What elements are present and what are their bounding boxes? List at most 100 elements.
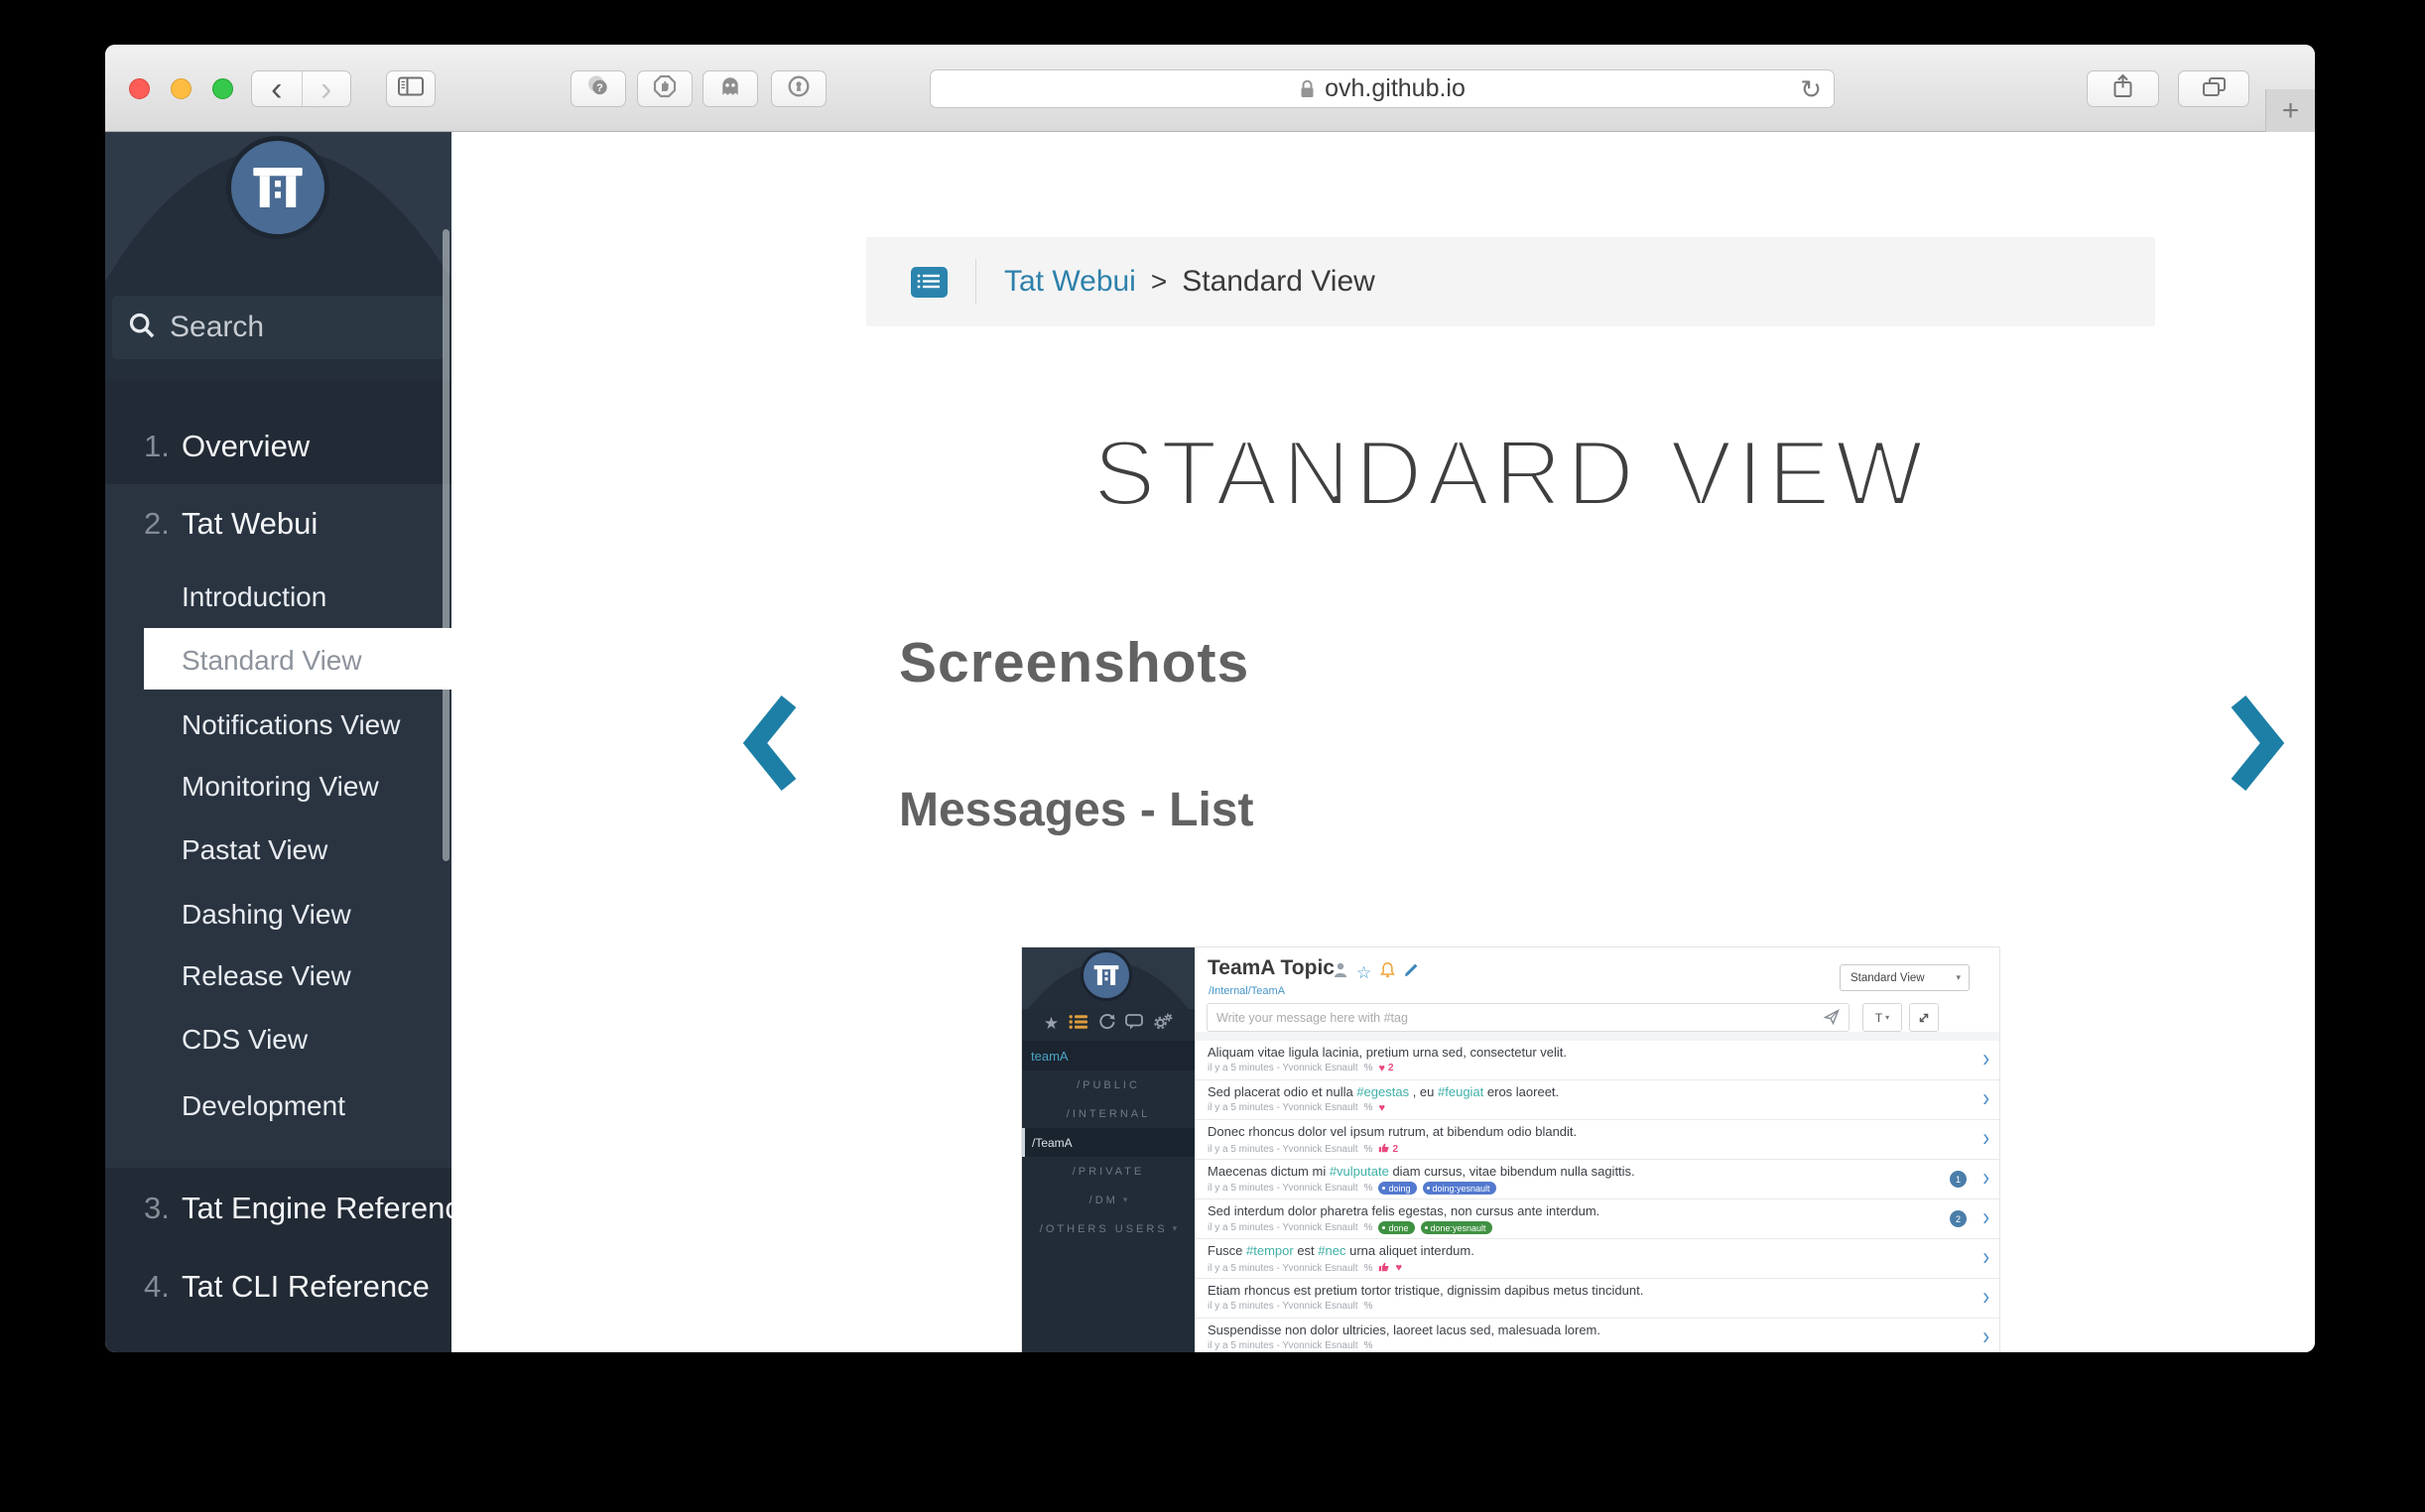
history-icon[interactable] [1098, 1013, 1115, 1035]
message-row[interactable]: Maecenas dictum mi #vulputate diam cursu… [1195, 1160, 1999, 1199]
heart-icon: ♥ [1378, 1064, 1385, 1073]
sidebar-item-release-view[interactable]: Release View [182, 958, 351, 994]
open-message-icon[interactable]: › [1982, 1323, 1989, 1351]
message-row[interactable]: Sed interdum dolor pharetra felis egesta… [1195, 1199, 1999, 1239]
channel-public[interactable]: /PUBLIC [1022, 1071, 1195, 1099]
sidebar-item-pastat-view[interactable]: Pastat View [182, 832, 327, 868]
app-topic-search[interactable] [1022, 1041, 1195, 1071]
open-message-icon[interactable]: › [1982, 1045, 1989, 1073]
favorites-icon[interactable]: ★ [1044, 1014, 1059, 1034]
chevron-left-icon [742, 694, 800, 792]
tab-overview-button[interactable] [2178, 70, 2249, 107]
browser-toolbar: ‹ › ? [105, 45, 2315, 132]
open-message-icon[interactable]: › [1982, 1124, 1989, 1153]
tat-logo[interactable] [226, 136, 329, 239]
message-row[interactable]: Suspendisse non dolor ultricies, laoreet… [1195, 1319, 1999, 1352]
question-badge-icon: ? [586, 74, 610, 103]
hashtag: #tempor [1246, 1243, 1294, 1258]
expand-button[interactable] [1909, 1003, 1939, 1032]
sidebar-item-tat-webui[interactable]: 2.Tat Webui [144, 505, 318, 543]
open-message-icon[interactable]: › [1982, 1084, 1989, 1113]
sidebar-item-tat-engine-reference[interactable]: 3.Tat Engine Reference [144, 1190, 477, 1227]
doc-sidebar: 1.Overview 2.Tat Webui Introduction Stan… [105, 132, 451, 1352]
link-icon: % [1364, 1102, 1373, 1113]
channel-private[interactable]: /PRIVATE [1022, 1157, 1195, 1186]
message-row[interactable]: Etiam rhoncus est pretium tortor tristiq… [1195, 1279, 1999, 1319]
sidebar-item-notifications-view[interactable]: Notifications View [182, 707, 400, 743]
open-message-icon[interactable]: › [1982, 1164, 1989, 1193]
messages-list-icon[interactable] [1069, 1014, 1088, 1035]
channel-internal[interactable]: /INTERNAL [1022, 1099, 1195, 1128]
sidebar-item-monitoring-view[interactable]: Monitoring View [182, 769, 379, 805]
label-badge[interactable]: doing [1378, 1182, 1416, 1195]
doc-list-icon[interactable] [911, 267, 948, 298]
app-channel-list: /PUBLIC /INTERNAL /TeamA /PRIVATE /DM▾ /… [1022, 1071, 1195, 1243]
reload-button[interactable]: ↻ [1800, 74, 1822, 105]
link-icon: % [1364, 1340, 1373, 1351]
message-row[interactable]: Aliquam vitae ligula lacinia, pretium ur… [1195, 1041, 1999, 1080]
label-badge[interactable]: doing:yesnault [1423, 1182, 1496, 1195]
sidebar-item-development[interactable]: Development [182, 1088, 345, 1124]
message-composer-input[interactable] [1207, 1003, 1850, 1032]
heart-icon: ♥ [1378, 1103, 1385, 1113]
channel-teama[interactable]: /TeamA [1022, 1128, 1195, 1157]
message-row[interactable]: Donec rhoncus dolor vel ipsum rutrum, at… [1195, 1120, 1999, 1160]
share-button[interactable] [2087, 70, 2159, 107]
close-window-button[interactable] [129, 78, 150, 99]
zoom-window-button[interactable] [212, 78, 233, 99]
extension-ghost-button[interactable] [702, 70, 758, 107]
sidebar-item-tat-cli-reference[interactable]: 4.Tat CLI Reference [144, 1268, 430, 1306]
send-message-icon[interactable] [1824, 1009, 1840, 1030]
sidebar-item-standard-view[interactable]: Standard View [182, 643, 362, 679]
address-bar[interactable]: ovh.github.io ↻ [930, 69, 1835, 108]
message-row[interactable]: Sed placerat odio et nulla #egestas , eu… [1195, 1080, 1999, 1120]
label-badge[interactable]: done:yesnault [1421, 1221, 1492, 1234]
topic-favorite-icon[interactable]: ☆ [1356, 964, 1371, 981]
doc-search-box[interactable] [112, 296, 445, 359]
minimize-window-button[interactable] [171, 78, 191, 99]
sidebar-item-dashing-view[interactable]: Dashing View [182, 897, 351, 933]
channel-others-users[interactable]: /OTHERS USERS▾ [1022, 1214, 1195, 1243]
message-row[interactable]: Fusce #tempor est #nec urna aliquet inte… [1195, 1239, 1999, 1279]
heart-icon: ♥ [1395, 1263, 1402, 1273]
chat-bubble-icon[interactable] [1125, 1014, 1143, 1035]
channel-dm[interactable]: /DM▾ [1022, 1186, 1195, 1214]
ghost-icon [719, 75, 741, 102]
topic-admin-icon[interactable] [1334, 962, 1347, 983]
url-text: ovh.github.io [1325, 74, 1466, 103]
hashtag: #egestas [1356, 1084, 1409, 1099]
extension-password-button[interactable] [771, 70, 827, 107]
app-topic-search-input[interactable] [1031, 1049, 1195, 1064]
app-sidebar: ★ [1022, 947, 1195, 1352]
forward-button[interactable]: › [302, 71, 351, 106]
page-title: STANDARD VIEW [866, 420, 2155, 527]
extension-blocker-button[interactable] [637, 70, 693, 107]
caret-down-icon: ▾ [1885, 1013, 1889, 1022]
open-message-icon[interactable]: › [1982, 1243, 1989, 1272]
search-icon [128, 312, 156, 344]
label-badge[interactable]: done [1378, 1221, 1414, 1234]
topic-edit-icon[interactable] [1404, 962, 1419, 982]
sidebar-toggle-button[interactable] [386, 70, 436, 107]
open-message-icon[interactable]: › [1982, 1203, 1989, 1232]
breadcrumb-link-tat-webui[interactable]: Tat Webui [1004, 265, 1136, 299]
hashtag: #feugiat [1438, 1084, 1483, 1099]
new-tab-button[interactable]: + [2265, 89, 2315, 133]
sidebar-item-cds-view[interactable]: CDS View [182, 1022, 308, 1058]
topic-notifications-icon[interactable] [1380, 961, 1395, 983]
filter-button[interactable]: T ▾ [1862, 1003, 1902, 1032]
sidebar-item-introduction[interactable]: Introduction [182, 579, 326, 615]
back-button[interactable]: ‹ [252, 71, 302, 106]
extension-question-button[interactable]: ? [571, 70, 626, 107]
thumb-up-icon [1378, 1142, 1389, 1156]
keyhole-icon [787, 74, 811, 103]
topic-path-link[interactable]: /Internal/TeamA [1209, 985, 1285, 997]
settings-gears-icon[interactable] [1153, 1013, 1173, 1035]
breadcrumb-current-page: Standard View [1182, 265, 1375, 299]
view-selector-dropdown[interactable]: Standard View ▾ [1840, 964, 1970, 991]
next-page-arrow[interactable] [2228, 694, 2285, 797]
previous-page-arrow[interactable] [742, 694, 800, 797]
sidebar-item-overview[interactable]: 1.Overview [144, 428, 310, 465]
sidebar-scrollbar[interactable] [443, 229, 449, 861]
open-message-icon[interactable]: › [1982, 1283, 1989, 1312]
